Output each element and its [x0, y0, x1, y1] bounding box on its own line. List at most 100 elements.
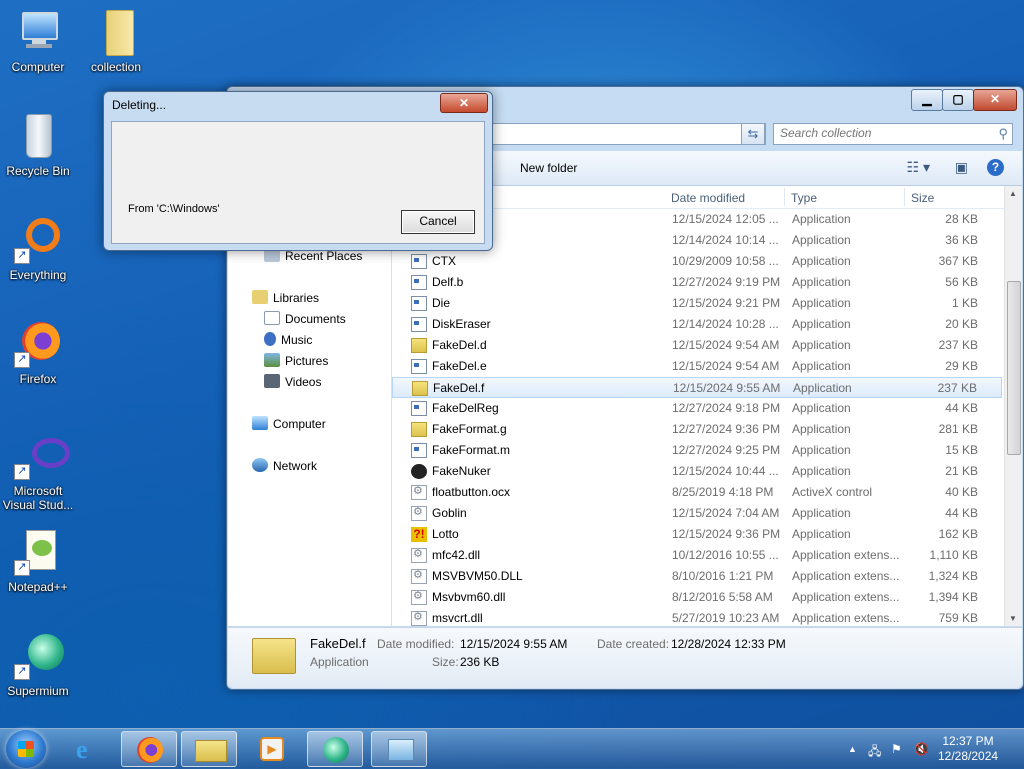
file-type: Application	[792, 317, 851, 331]
taskbar-media-player[interactable]: ▶	[244, 731, 300, 767]
network-icon	[252, 458, 268, 472]
app-icon	[411, 317, 427, 332]
desktop-icon-firefox[interactable]: ↗ Firefox	[0, 320, 76, 386]
scrollbar-thumb[interactable]	[1007, 281, 1021, 455]
search-input[interactable]	[774, 124, 986, 142]
column-header-type[interactable]: Type	[791, 191, 817, 205]
nav-item-network[interactable]: Network	[252, 458, 317, 473]
file-row[interactable]: FakeDelReg 12/27/2024 9:18 PM Application 4…	[392, 398, 1002, 419]
file-name: CTX	[432, 254, 456, 268]
volume-muted-icon[interactable]: 🔇	[914, 742, 929, 756]
refresh-button[interactable]: ⇆	[741, 123, 765, 145]
minimize-button[interactable]: ▁	[911, 89, 943, 111]
file-row[interactable]: FakeDel.e 12/15/2024 9:54 AM Application 29…	[392, 356, 1002, 377]
vertical-scrollbar[interactable]: ▲ ▼	[1004, 186, 1022, 626]
file-row[interactable]: CTX 10/29/2009 10:58 ... Application 367 KB	[392, 251, 1002, 272]
file-row[interactable]: FakeDel.f 12/15/2024 9:55 AM Application 23…	[392, 377, 1002, 398]
file-type: Application extens...	[792, 569, 900, 583]
file-size: 162 KB	[938, 527, 978, 541]
file-row[interactable]: Delf.b 12/27/2024 9:19 PM Application 56 KB	[392, 272, 1002, 293]
file-row[interactable]: ?! Lotto 12/15/2024 9:36 PM Application 162 …	[392, 524, 1002, 545]
dll-icon	[411, 484, 427, 500]
network-icon[interactable]: 🖧	[868, 742, 881, 763]
file-name: mfc42.dll	[432, 548, 481, 562]
address-bar[interactable]: ▼	[490, 123, 766, 145]
file-row[interactable]: FakeFormat.m 12/27/2024 9:25 PM Applicatio…	[392, 440, 1002, 461]
file-name: FakeNuker	[432, 464, 491, 478]
show-hidden-icons-icon[interactable]: ▲	[848, 744, 857, 754]
desktop-icon-visual-studio[interactable]: ↗ Microsoft Visual Stud...	[0, 432, 76, 512]
close-button[interactable]: ✕	[973, 89, 1017, 111]
warning-icon: ?!	[411, 527, 427, 542]
file-date-modified: 12/27/2024 9:25 PM	[672, 443, 781, 457]
file-row[interactable]: FakeFormat.g 12/27/2024 9:36 PM Applicatio…	[392, 419, 1002, 440]
round-icon	[411, 464, 427, 479]
new-folder-button[interactable]: New folder	[520, 161, 577, 175]
desktop-icon-recycle-bin[interactable]: Recycle Bin	[0, 112, 76, 178]
nav-item-computer[interactable]: Computer	[252, 416, 326, 431]
nav-item-pictures[interactable]: Pictures	[264, 353, 328, 368]
system-tray: ▲ 🖧 ⚑ 🔇 12:37 PM 12/28/2024	[834, 729, 1024, 769]
nav-item-documents[interactable]: Documents	[264, 311, 346, 326]
desktop-icon-label: Firefox	[19, 372, 57, 386]
app-icon	[411, 401, 427, 416]
desktop-icon-label: Supermium	[7, 684, 69, 698]
nav-item-libraries[interactable]: Libraries	[252, 290, 319, 305]
taskbar-supermium[interactable]	[307, 731, 363, 767]
dialog-close-button[interactable]: ✕	[440, 93, 488, 113]
nav-item-videos[interactable]: Videos	[264, 374, 321, 389]
delete-source-text: From 'C:\Windows'	[128, 203, 220, 215]
help-icon[interactable]: ?	[987, 159, 1004, 176]
taskbar-control-panel[interactable]	[371, 731, 427, 767]
file-type: Application	[792, 212, 851, 226]
taskbar-firefox[interactable]	[121, 731, 177, 767]
dialog-title: Deleting...	[112, 98, 167, 112]
search-icon[interactable]: ⚲	[998, 126, 1008, 142]
dialog-body: From 'C:\Windows' Cancel	[111, 121, 485, 244]
preview-pane-icon[interactable]: ▣	[955, 159, 968, 176]
nav-item-music[interactable]: Music	[264, 332, 312, 347]
desktop-icon-supermium[interactable]: ↗ Supermium	[0, 632, 76, 698]
deleting-dialog[interactable]: Deleting... ✕ From 'C:\Windows' Cancel	[103, 91, 493, 251]
clock-time: 12:37 PM	[942, 734, 994, 748]
file-row[interactable]: msvcrt.dll 5/27/2019 10:23 AM Application …	[392, 608, 1002, 626]
app-icon	[411, 359, 427, 374]
column-header-size[interactable]: Size	[911, 191, 934, 205]
file-row[interactable]: floatbutton.ocx 8/25/2019 4:18 PM ActiveX …	[392, 482, 1002, 503]
taskbar: e ▶ ▲ 🖧 ⚑ 🔇 12:37 PM 12/28/2024	[0, 728, 1024, 769]
scroll-down-icon[interactable]: ▼	[1009, 614, 1017, 623]
file-size: 281 KB	[938, 422, 978, 436]
details-file-type: Application	[310, 655, 369, 669]
file-row[interactable]: FakeNuker 12/15/2024 10:44 ... Application…	[392, 461, 1002, 482]
folder-icon	[411, 338, 427, 353]
close-icon: ✕	[458, 96, 470, 110]
file-row[interactable]: FakeDel.d 12/15/2024 9:54 AM Application 23…	[392, 335, 1002, 356]
file-row[interactable]: mfc42.dll 10/12/2016 10:55 ... Application…	[392, 545, 1002, 566]
file-row[interactable]: DiskEraser 12/14/2024 10:28 ... Applicatio…	[392, 314, 1002, 335]
clock-date: 12/28/2024	[938, 749, 999, 763]
desktop-icon-collection[interactable]: collection	[78, 8, 154, 74]
scroll-up-icon[interactable]: ▲	[1009, 189, 1017, 198]
taskbar-explorer[interactable]	[181, 731, 237, 767]
file-type: ActiveX control	[792, 485, 873, 499]
file-row[interactable]: Msvbvm60.dll 8/12/2016 5:58 AM Application…	[392, 587, 1002, 608]
desktop-icon-everything[interactable]: ↗ Everything	[0, 216, 76, 282]
desktop-icon-computer[interactable]: Computer	[0, 8, 76, 74]
start-button[interactable]	[6, 730, 46, 768]
view-options-icon[interactable]: ☷ ▾	[907, 159, 930, 176]
file-row[interactable]: MSVBVM50.DLL 8/10/2016 1:21 PM Application…	[392, 566, 1002, 587]
taskbar-internet-explorer[interactable]: e	[62, 731, 118, 767]
clock[interactable]: 12:37 PM 12/28/2024	[938, 734, 998, 764]
column-header-date-modified[interactable]: Date modified	[671, 191, 745, 205]
maximize-button[interactable]: ▢	[942, 89, 974, 111]
file-row[interactable]: Goblin 12/15/2024 7:04 AM Application 44 KB	[392, 503, 1002, 524]
search-box[interactable]: ⚲	[773, 123, 1013, 145]
desktop-icon-notepad-plus-plus[interactable]: ↗ Notepad++	[0, 528, 76, 594]
file-type: Application extens...	[792, 611, 900, 625]
cancel-button[interactable]: Cancel	[401, 210, 475, 234]
app-icon	[411, 254, 427, 269]
action-center-icon[interactable]: ⚑	[891, 742, 902, 756]
file-date-modified: 12/27/2024 9:36 PM	[672, 422, 781, 436]
file-name: MSVBVM50.DLL	[432, 569, 523, 583]
file-row[interactable]: Die 12/15/2024 9:21 PM Application 1 KB	[392, 293, 1002, 314]
